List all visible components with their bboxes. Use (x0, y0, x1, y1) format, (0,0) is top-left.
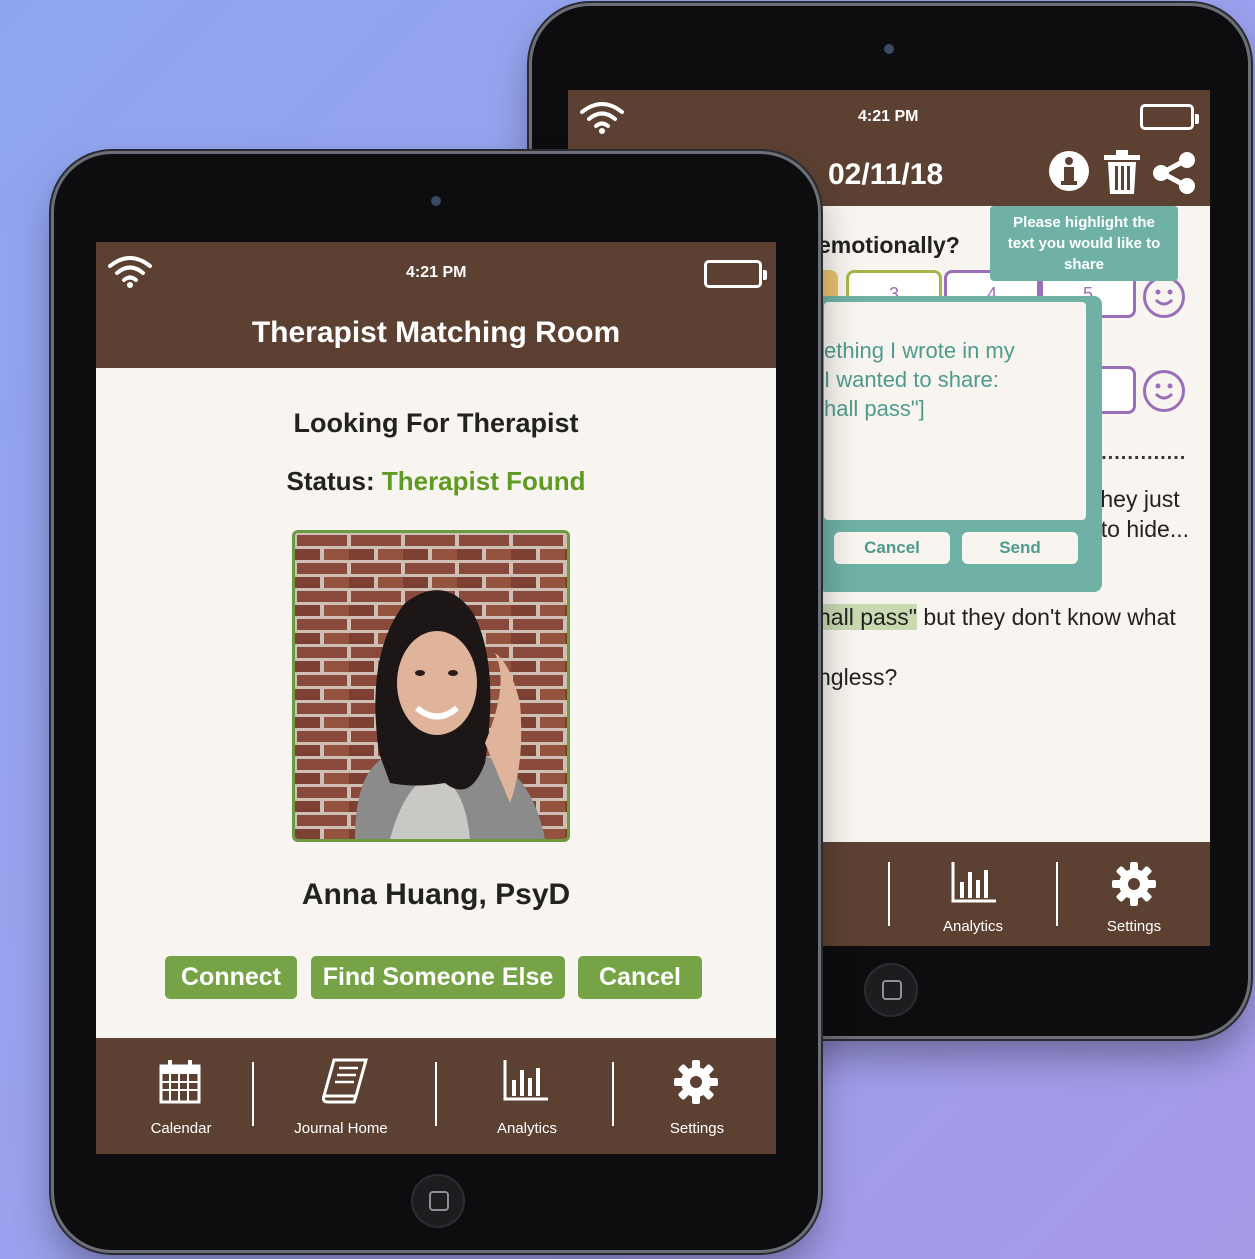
nav-label-analytics[interactable]: Analytics (908, 918, 1038, 935)
front-camera (431, 196, 441, 206)
smiley-icon (1143, 370, 1185, 412)
search-heading: Looking For Therapist (293, 408, 579, 438)
cancel-button[interactable]: Cancel (578, 956, 702, 999)
trash-icon[interactable] (1104, 150, 1140, 194)
dotted-separator: ............... (1088, 442, 1187, 464)
page-title: Therapist Matching Room (251, 316, 621, 349)
entry-date: 02/11/18 (828, 158, 944, 191)
front-top-bar: 4:21 PM Therapist Matching Room (96, 242, 776, 368)
highlight-tooltip: Please highlight the text you would like… (990, 206, 1178, 281)
connect-button[interactable]: Connect (165, 956, 297, 999)
journal-text: they just (1094, 486, 1180, 512)
find-someone-else-button[interactable]: Find Someone Else (311, 956, 565, 999)
dialog-cancel-button[interactable]: Cancel (834, 532, 950, 564)
battery-icon (704, 260, 767, 288)
analytics-icon[interactable] (950, 862, 996, 904)
nav-divider (435, 1062, 437, 1126)
home-button[interactable] (864, 963, 918, 1017)
home-button[interactable] (411, 1174, 465, 1228)
journal-text: ngless? (818, 664, 898, 690)
journal-text: but they don't know what (916, 604, 1176, 630)
front-tablet: 4:21 PM Therapist Matching Room Looking … (54, 154, 818, 1250)
gear-icon[interactable] (1112, 862, 1156, 906)
status-time: 4:21 PM (406, 264, 467, 281)
nav-label-settings[interactable]: Settings (632, 1120, 762, 1137)
nav-label-journal-home[interactable]: Journal Home (276, 1120, 406, 1137)
highlighted-text[interactable]: hall pass" (818, 604, 917, 630)
info-icon[interactable] (1048, 150, 1090, 192)
match-status: Status: Therapist Found (96, 466, 776, 497)
gear-icon[interactable] (674, 1060, 718, 1104)
dialog-send-button[interactable]: Send (962, 532, 1078, 564)
therapist-photo (292, 530, 570, 842)
share-text: ething I wrote in my (824, 338, 1015, 363)
front-screen: 4:21 PM Therapist Matching Room Looking … (96, 242, 776, 1154)
battery-icon (1140, 104, 1199, 130)
share-text: hall pass"] (824, 396, 925, 421)
front-camera (884, 44, 894, 54)
status-time: 4:21 PM (858, 108, 919, 125)
share-preview: ething I wrote in my I wanted to share: … (824, 302, 1086, 520)
journal-text-line: hall pass" but they don't know what (818, 604, 1176, 631)
journal-question: emotionally? (818, 232, 960, 258)
wifi-icon (580, 102, 624, 134)
analytics-icon[interactable] (502, 1060, 548, 1102)
share-icon[interactable] (1152, 152, 1196, 194)
status-label: Status: (286, 466, 375, 496)
smiley-icon (1143, 276, 1185, 318)
wifi-icon (108, 256, 152, 288)
share-dialog: ething I wrote in my I wanted to share: … (818, 296, 1102, 592)
share-text: I wanted to share: (824, 367, 999, 392)
nav-divider (252, 1062, 254, 1126)
nav-divider (888, 862, 890, 926)
front-bottom-nav: Calendar Journal Home Analytics Settings (96, 1038, 776, 1154)
book-icon[interactable] (320, 1058, 368, 1104)
calendar-icon[interactable] (159, 1060, 201, 1104)
status-value: Therapist Found (381, 466, 586, 496)
journal-text: t to hide... (1088, 516, 1190, 542)
therapist-name: Anna Huang, PsyD (301, 878, 571, 911)
nav-label-analytics[interactable]: Analytics (462, 1120, 592, 1137)
nav-divider (1056, 862, 1058, 926)
nav-label-settings[interactable]: Settings (1069, 918, 1199, 935)
nav-divider (612, 1062, 614, 1126)
nav-label-calendar[interactable]: Calendar (116, 1120, 246, 1137)
